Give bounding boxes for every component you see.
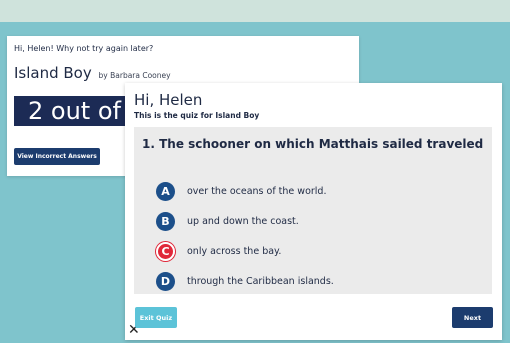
quiz-greeting: Hi, Helen	[134, 91, 203, 109]
score-box: 2 out of	[14, 96, 132, 126]
answer-option-b[interactable]: B up and down the coast.	[156, 211, 299, 231]
answer-letter-badge: B	[156, 211, 175, 231]
exit-quiz-button[interactable]: Exit Quiz	[135, 307, 177, 328]
answer-letter-badge: C	[156, 241, 175, 261]
answer-option-c[interactable]: C only across the bay.	[156, 241, 281, 261]
next-button[interactable]: Next	[452, 307, 493, 328]
answer-option-d[interactable]: D through the Caribbean islands.	[156, 271, 334, 291]
book-title: Island Boy	[14, 64, 92, 82]
answer-option-a[interactable]: A over the oceans of the world.	[156, 181, 326, 201]
answer-letter-badge: D	[156, 271, 175, 291]
answer-text: up and down the coast.	[187, 215, 299, 227]
book-author: by Barbara Cooney	[98, 71, 171, 80]
answer-text: over the oceans of the world.	[187, 185, 327, 197]
quiz-subtitle: This is the quiz for Island Boy	[134, 111, 260, 120]
question-text: 1. The schooner on which Matthais sailed…	[142, 137, 484, 151]
answer-letter-badge: A	[156, 181, 175, 201]
quiz-card: Hi, Helen This is the quiz for Island Bo…	[125, 83, 502, 340]
answer-text: only across the bay.	[187, 245, 282, 257]
results-greeting: Hi, Helen! Why not try again later?	[14, 44, 154, 53]
answer-text: through the Caribbean islands.	[187, 275, 334, 287]
book-title-row: Island Boy by Barbara Cooney	[14, 64, 171, 82]
question-panel: 1. The schooner on which Matthais sailed…	[134, 127, 492, 294]
view-incorrect-answers-button[interactable]: View Incorrect Answers	[14, 148, 100, 165]
top-band	[0, 0, 510, 22]
